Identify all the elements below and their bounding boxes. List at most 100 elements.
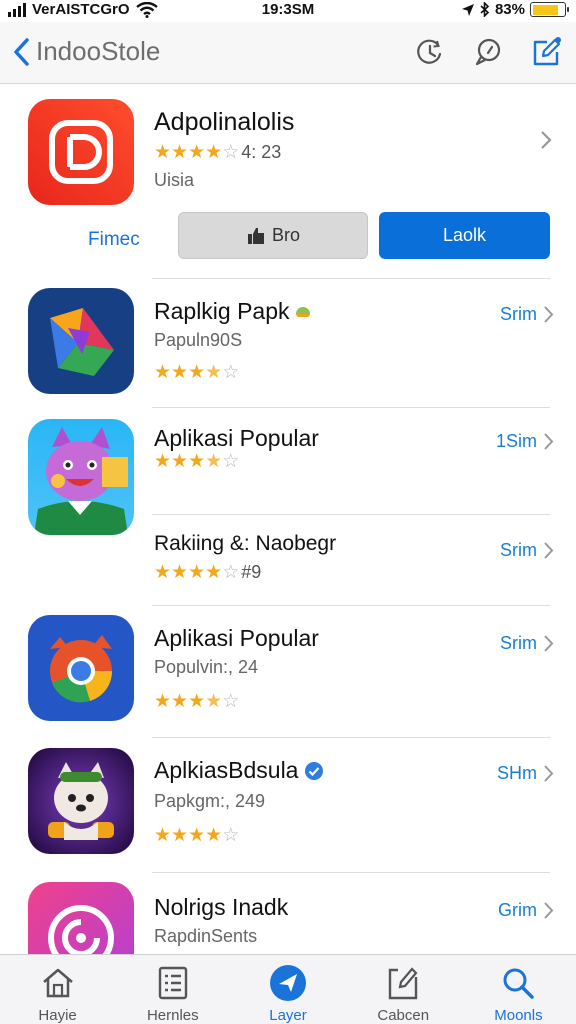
- featured-app[interactable]: Adpolinalolis ★★★★☆ 4: 23 Uisia Fimec Br…: [0, 84, 576, 279]
- star-icon: ☆: [222, 825, 240, 846]
- tab-edit[interactable]: Cabcen: [346, 955, 461, 1024]
- star-icon: ★: [188, 562, 206, 583]
- tab-navigate[interactable]: Layer: [230, 955, 345, 1024]
- app-name: Rakiing &: Naobegr: [154, 532, 337, 555]
- star-icon: ☆: [222, 451, 240, 472]
- get-button[interactable]: Srim: [500, 304, 554, 325]
- star-icon: ★: [205, 562, 223, 583]
- rating-count: 4: 23: [241, 142, 282, 162]
- star-icon: ☆: [222, 142, 240, 163]
- app-rating: ★★★★☆: [154, 825, 239, 846]
- app-icon: [28, 288, 134, 394]
- get-button[interactable]: SHm: [497, 763, 554, 784]
- bluetooth-icon: [480, 2, 490, 17]
- compose-icon[interactable]: [530, 36, 562, 68]
- tab-search[interactable]: Moonls: [461, 955, 576, 1024]
- get-button-label: Srim: [500, 540, 537, 560]
- app-list: Adpolinalolis ★★★★☆ 4: 23 Uisia Fimec Br…: [0, 84, 576, 954]
- star-icon: ★: [205, 142, 223, 163]
- tab-list[interactable]: Hernles: [115, 955, 230, 1024]
- featured-app-name: Adpolinalolis: [154, 108, 295, 136]
- chat-icon[interactable]: [472, 36, 504, 68]
- featured-link[interactable]: Fimec: [88, 229, 140, 251]
- chevron-right-icon: [544, 433, 554, 450]
- star-icon: ★: [171, 362, 189, 383]
- tab-label: Layer: [269, 1007, 307, 1024]
- chevron-right-icon: [544, 542, 554, 559]
- list-item[interactable]: Aplikasi Popular Populvin:, 24 ★★★★☆ Sri…: [0, 605, 576, 737]
- star-icon: ★: [154, 362, 172, 383]
- star-rating: ★★★★☆: [154, 142, 239, 163]
- star-icon: ★: [205, 691, 223, 712]
- status-bar: VerAISTCGrO 19:3SM 83%: [0, 0, 576, 22]
- list-item[interactable]: AplkiasBdsula Papkgm:, 249 ★★★★☆ SHm: [0, 737, 576, 872]
- get-button[interactable]: Srim: [500, 633, 554, 654]
- star-icon: ★: [154, 451, 172, 472]
- verified-badge-icon: [305, 761, 324, 780]
- star-icon: ★: [188, 142, 206, 163]
- app-name: AplkiasBdsula: [154, 757, 324, 784]
- featured-rating: ★★★★☆ 4: 23: [154, 142, 281, 163]
- star-icon: ★: [171, 825, 189, 846]
- get-button[interactable]: Grim: [498, 900, 554, 921]
- nav-title: IndooStole: [36, 36, 161, 66]
- app-icon: [28, 615, 134, 721]
- blue-action-button[interactable]: Laolk: [379, 212, 550, 259]
- get-button-label: 1Sim: [495, 431, 537, 451]
- star-rating: ★★★★☆: [154, 691, 239, 712]
- grey-button-label: Bro: [271, 225, 300, 245]
- chevron-left-icon: [14, 37, 29, 66]
- star-icon: ★: [171, 562, 189, 583]
- list-item[interactable]: Rakiing &: Naobegr ★★★★☆ #9 Srim: [0, 514, 576, 606]
- grey-action-button[interactable]: Bro: [178, 212, 368, 259]
- history-icon[interactable]: [414, 36, 446, 68]
- app-subtitle: Populvin:, 24: [154, 657, 259, 677]
- app-name: Raplkig Papk: [154, 298, 310, 325]
- battery-icon: [530, 2, 569, 17]
- star-icon: ★: [154, 825, 172, 846]
- search-icon: [498, 963, 538, 1003]
- star-rating: ★★★★☆: [154, 562, 239, 583]
- app-name: Aplikasi Popular: [154, 425, 319, 451]
- location-icon: [461, 3, 474, 16]
- get-button[interactable]: Srim: [500, 540, 554, 561]
- tab-label: Moonls: [494, 1007, 543, 1024]
- featured-subtitle: Uisia: [154, 170, 195, 190]
- chevron-right-icon: [541, 131, 552, 149]
- list-item[interactable]: Raplkig Papk Papuln90S ★★★★☆ Srim: [0, 278, 576, 408]
- app-name: Aplikasi Popular: [154, 625, 319, 651]
- get-button[interactable]: 1Sim: [496, 431, 554, 452]
- app-subtitle: Papkgm:, 249: [154, 791, 266, 811]
- back-button[interactable]: IndooStole: [12, 36, 160, 67]
- app-icon: [28, 882, 134, 954]
- list-item[interactable]: Aplikasi Popular ★★★★☆ 1Sim: [0, 407, 576, 535]
- tab-label: Cabcen: [377, 1007, 430, 1024]
- tab-bar: Hayie Hernles Layer Cabcen Moonls: [0, 954, 576, 1024]
- star-icon: ★: [171, 142, 189, 163]
- star-icon: ☆: [222, 362, 240, 383]
- star-icon: ★: [154, 691, 172, 712]
- app-rating: ★★★★☆: [154, 362, 239, 383]
- star-icon: ★: [154, 142, 172, 163]
- thumbs-up-icon: [247, 227, 264, 244]
- list-item[interactable]: Nolrigs Inadk RapdinSents Grim: [0, 872, 576, 954]
- star-icon: ★: [188, 691, 206, 712]
- get-button-label: Srim: [500, 304, 537, 324]
- star-icon: ★: [171, 451, 189, 472]
- app-subtitle: Papuln90S: [154, 330, 243, 350]
- nav-bar: IndooStole: [0, 22, 576, 84]
- star-icon: ☆: [222, 691, 240, 712]
- fruit-emoji-icon: [295, 306, 310, 317]
- star-rating: ★★★★☆: [154, 825, 239, 846]
- star-icon: ★: [205, 825, 223, 846]
- app-name: Nolrigs Inadk: [154, 894, 289, 920]
- star-icon: ★: [205, 362, 223, 383]
- app-rating: ★★★★☆ #9: [154, 562, 261, 583]
- star-icon: ★: [205, 451, 223, 472]
- home-icon: [38, 963, 78, 1003]
- app-name-text: Raplkig Papk: [154, 298, 290, 324]
- battery-percent: 83%: [494, 1, 525, 18]
- app-icon: [28, 748, 134, 854]
- tab-home[interactable]: Hayie: [0, 955, 115, 1024]
- app-name-text: AplkiasBdsula: [154, 757, 299, 783]
